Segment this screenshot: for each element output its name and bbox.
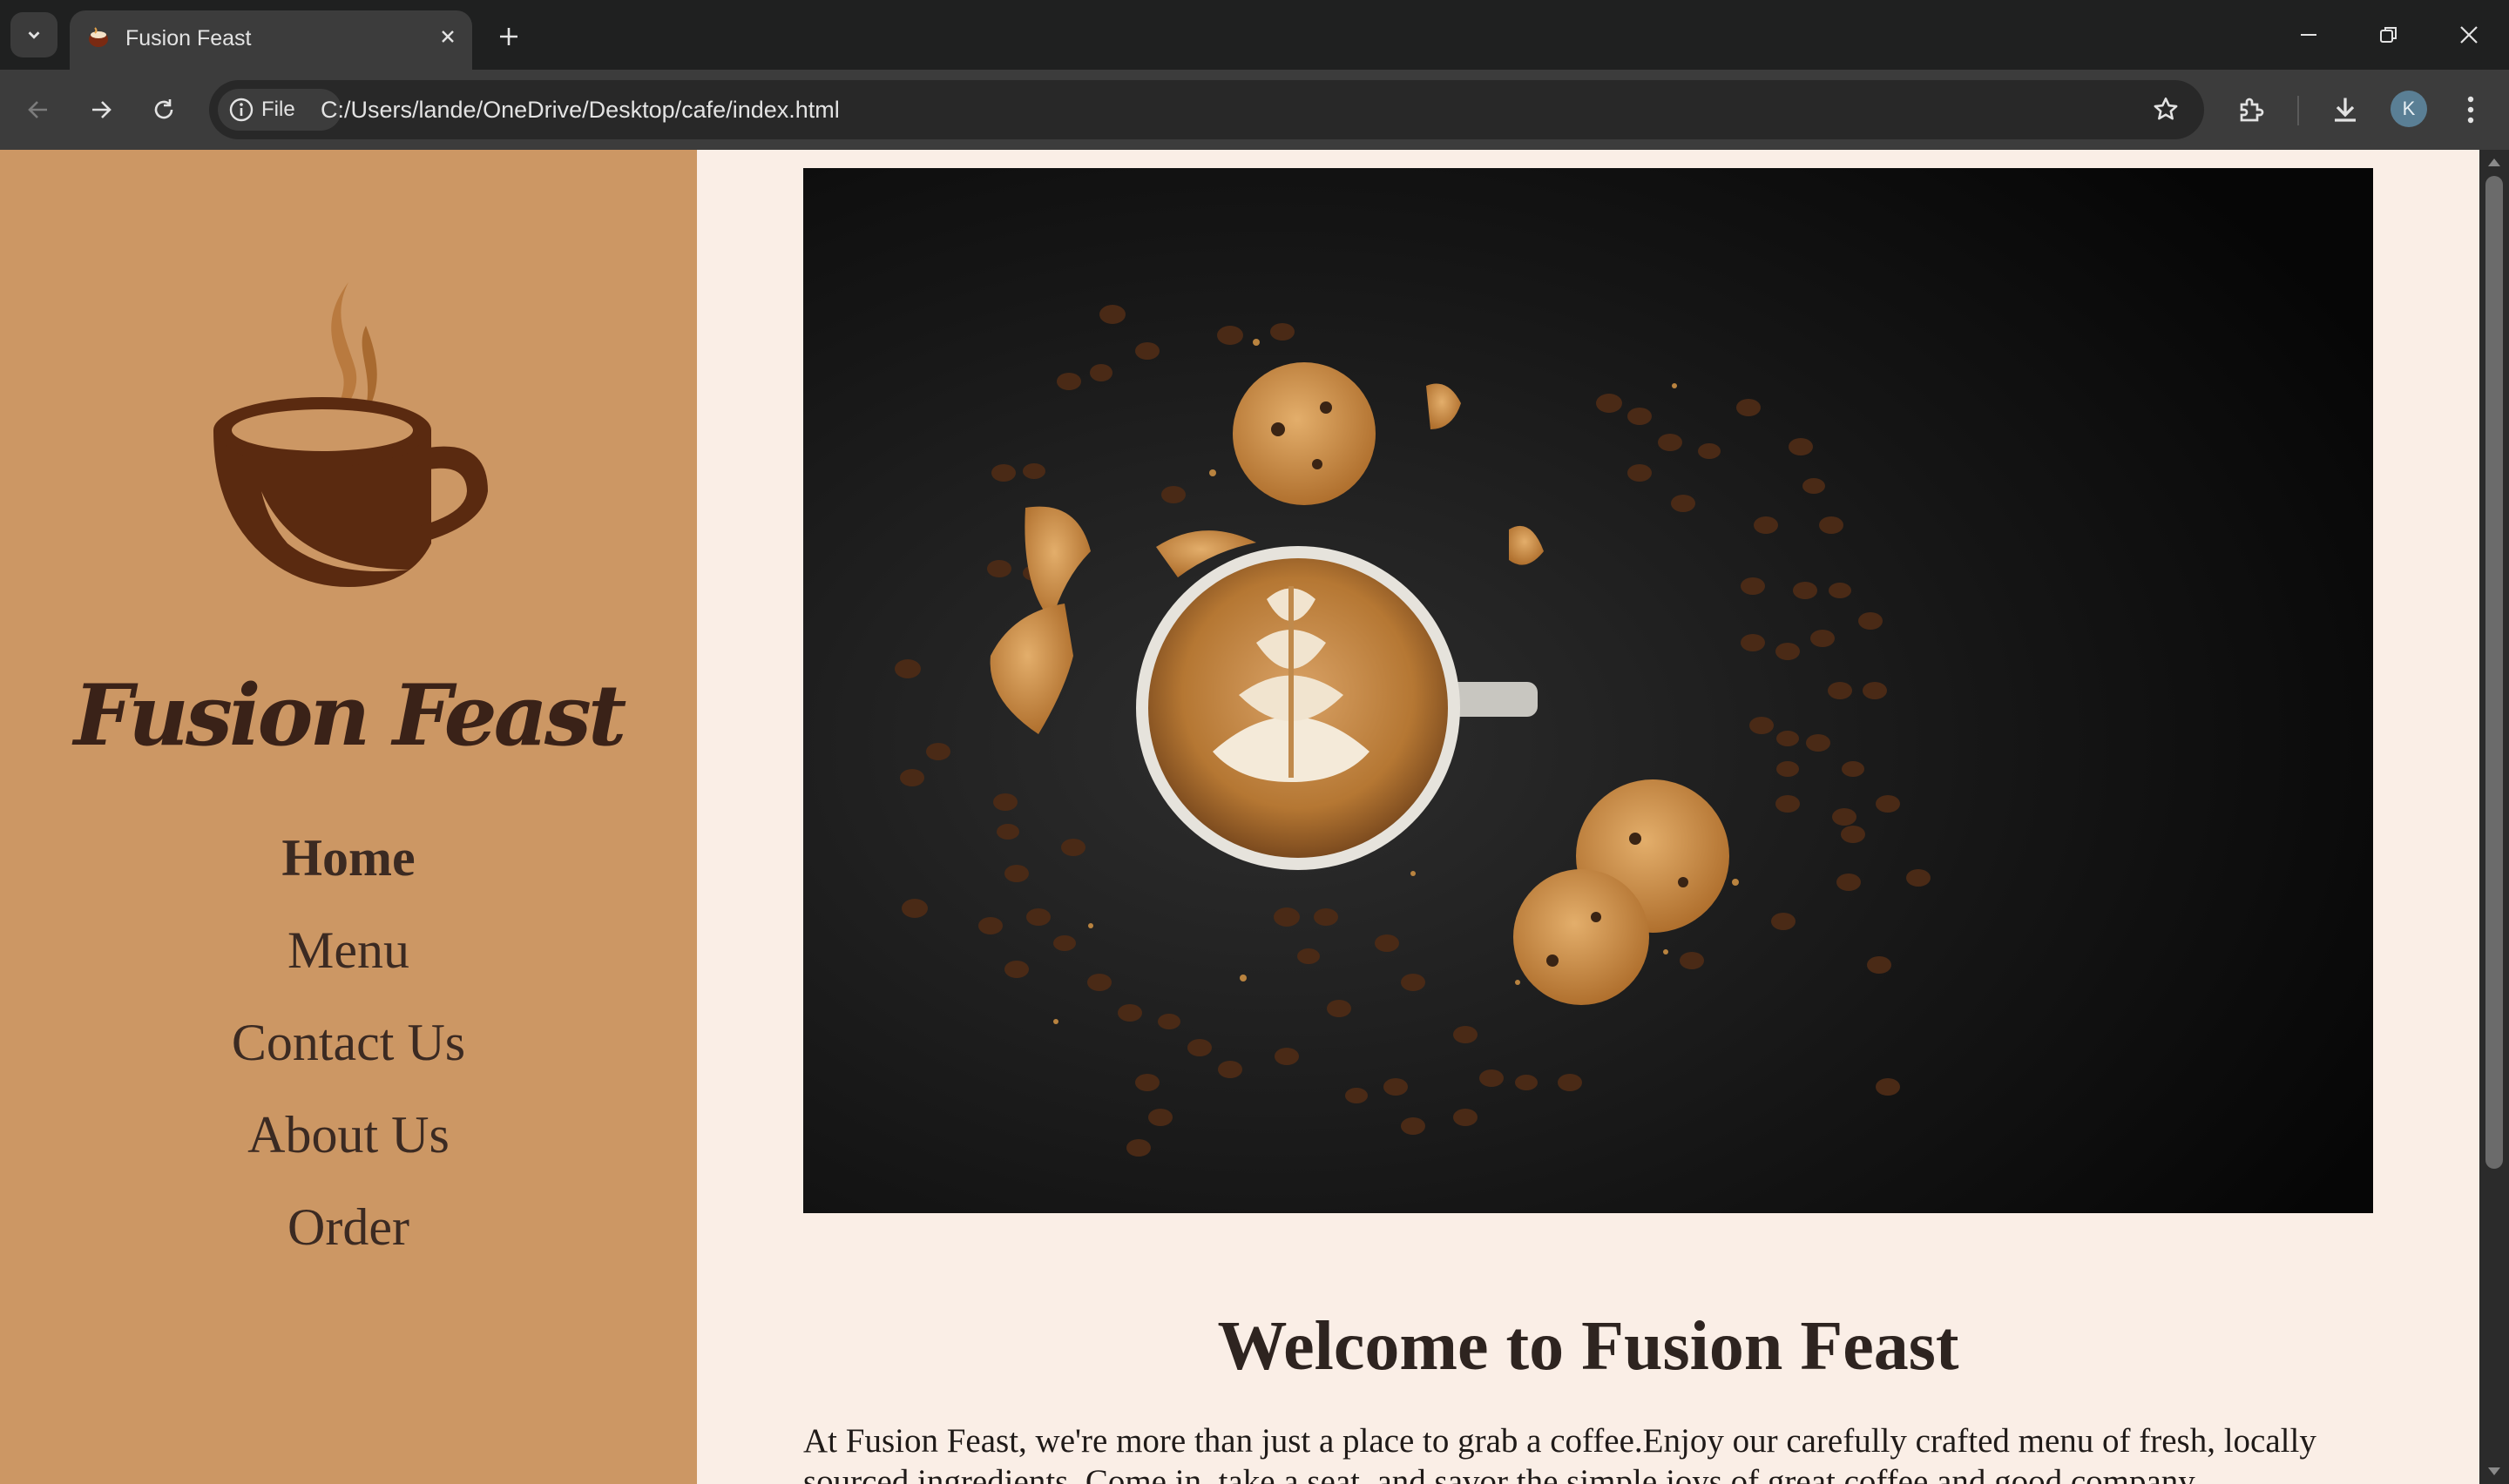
close-window-button[interactable] [2443,12,2495,57]
page-viewport: Fusion Feast Home Menu Contact Us About … [0,150,2509,1484]
nav-about-us[interactable]: About Us [0,1089,697,1181]
star-icon [2154,97,2178,120]
close-icon [2460,26,2478,44]
info-icon [229,98,254,122]
reload-icon [154,99,173,119]
close-tab-button[interactable] [434,23,462,51]
new-tab-button[interactable] [490,17,528,56]
scroll-up-arrow-icon[interactable] [2488,159,2500,166]
forward-button[interactable] [80,89,122,131]
nav-contact-us[interactable]: Contact Us [0,996,697,1089]
download-icon [2335,98,2356,122]
downloads-button[interactable] [2324,89,2366,131]
hero-image [803,168,2373,1213]
more-vertical-icon [2467,96,2474,124]
reload-button[interactable] [143,89,185,131]
toolbar-divider [2297,96,2299,125]
minimize-icon [2301,34,2316,36]
back-button[interactable] [17,89,59,131]
coffee-favicon-icon [89,27,108,47]
main-nav: Home Menu Contact Us About Us Order [0,812,697,1273]
nav-home[interactable]: Home [0,812,697,904]
latte-and-cookies-image [803,168,2373,1213]
coffee-cup-logo-icon [213,282,488,587]
nav-menu[interactable]: Menu [0,904,697,996]
arrow-left-icon [28,101,47,118]
address-bar[interactable]: File C:/Users/lande/OneDrive/Desktop/caf… [209,80,2204,139]
restore-icon [2380,27,2397,43]
puzzle-icon [2240,98,2264,122]
bookmark-button[interactable] [2148,92,2183,127]
menu-button[interactable] [2450,89,2492,131]
url-text[interactable]: C:/Users/lande/OneDrive/Desktop/cafe/ind… [321,91,840,129]
nav-order[interactable]: Order [0,1181,697,1273]
minimize-button[interactable] [2282,12,2335,57]
profile-avatar[interactable]: K [2391,91,2427,127]
file-scheme-label: File [261,98,295,121]
welcome-heading: Welcome to Fusion Feast [1217,1307,1959,1385]
active-tab[interactable]: Fusion Feast [70,10,472,70]
scroll-thumb[interactable] [2485,176,2503,1169]
arrow-right-icon [92,101,112,118]
extensions-button[interactable] [2231,89,2273,131]
chevron-down-icon [28,31,40,39]
browser-toolbar: File C:/Users/lande/OneDrive/Desktop/caf… [0,70,2509,150]
scroll-down-arrow-icon[interactable] [2488,1467,2500,1475]
tab-strip: Fusion Feast [0,0,2509,70]
close-icon [442,30,454,43]
sidebar: Fusion Feast Home Menu Contact Us About … [0,150,697,1484]
brand-name: Fusion Feast [73,666,627,765]
tab-title: Fusion Feast [125,26,252,51]
intro-paragraph: At Fusion Feast, we're more than just a … [803,1422,2316,1484]
restore-button[interactable] [2363,12,2415,57]
plus-icon [500,28,517,45]
tab-search-button[interactable] [10,12,57,57]
page-scrollbar[interactable] [2479,150,2509,1484]
